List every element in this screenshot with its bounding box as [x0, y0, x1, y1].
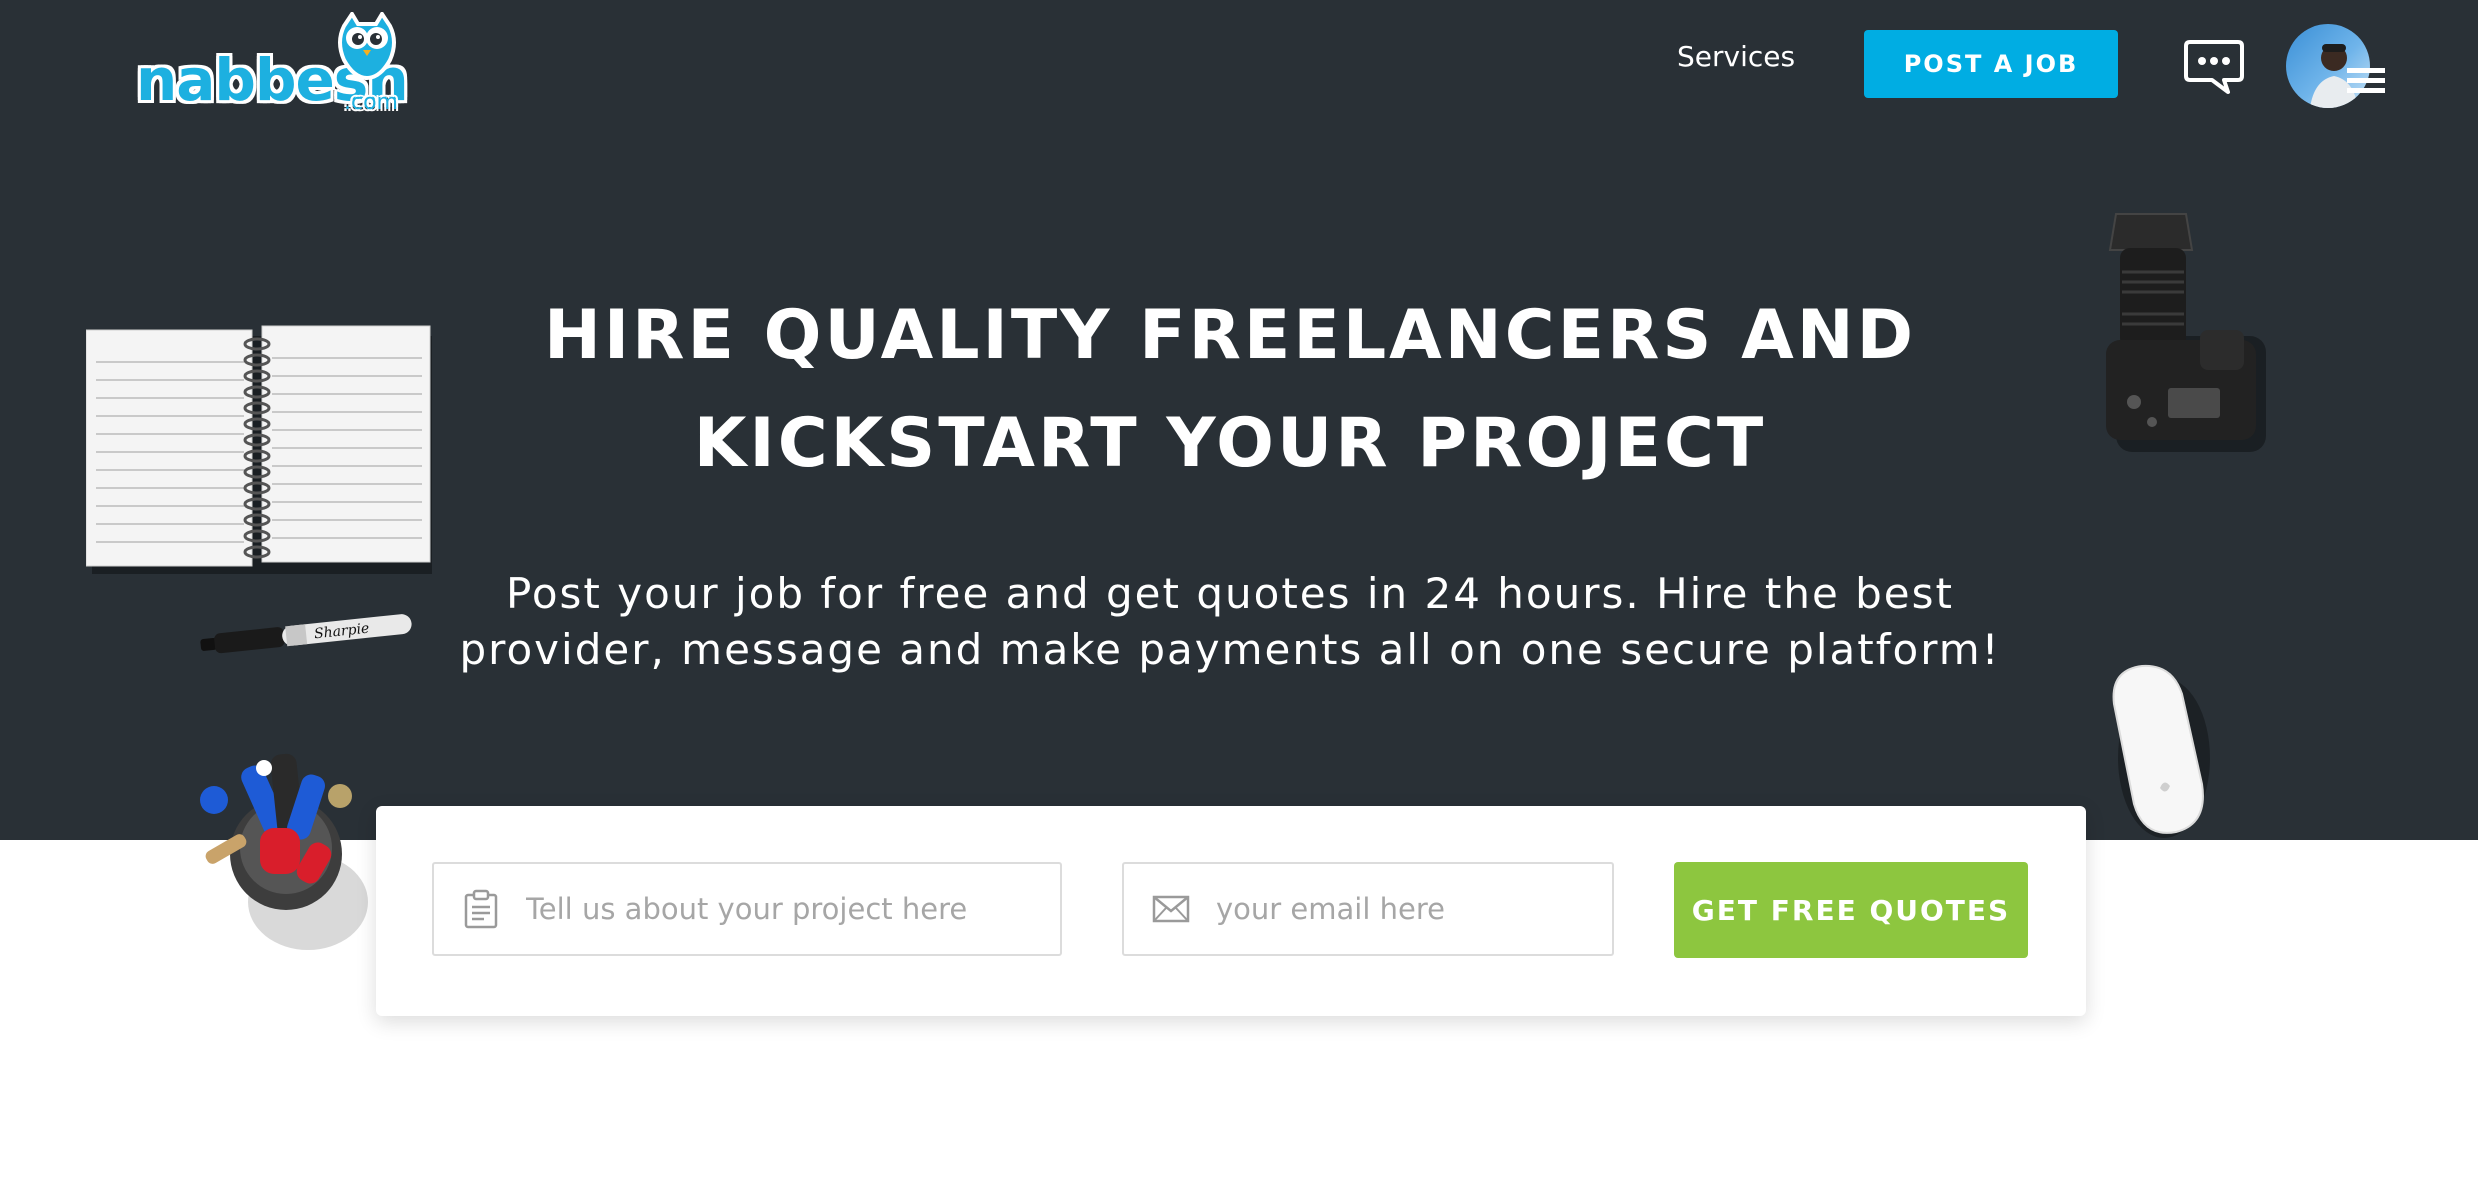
quote-request-card: GET FREE QUOTES: [376, 806, 2086, 1016]
hero-subheading: Post your job for free and get quotes in…: [400, 566, 2060, 678]
envelope-icon: [1148, 895, 1194, 923]
hero-headline: HIRE QUALITY FREELANCERS AND KICKSTART Y…: [340, 282, 2120, 498]
chat-bubble-icon[interactable]: [2184, 38, 2244, 96]
email-field[interactable]: [1122, 862, 1614, 956]
logo-suffix: .com: [344, 90, 398, 115]
subheading-line-1: Post your job for free and get quotes in…: [506, 569, 1954, 618]
post-a-job-button[interactable]: POST A JOB: [1864, 30, 2118, 98]
camera-image: [2106, 213, 2266, 452]
get-free-quotes-button[interactable]: GET FREE QUOTES: [1674, 862, 2028, 958]
project-input[interactable]: [524, 891, 1060, 927]
notebook-image: [86, 325, 432, 574]
subheading-line-2: provider, message and make payments all …: [459, 625, 2001, 674]
pen-cup-image: [200, 753, 368, 950]
computer-mouse-image: [2112, 664, 2210, 838]
project-field[interactable]: [432, 862, 1062, 956]
owl-mascot-icon: [338, 12, 396, 81]
clipboard-icon: [458, 889, 504, 929]
hamburger-menu-icon[interactable]: [2347, 66, 2385, 96]
marker-pen-image: Sharpie: [200, 614, 412, 654]
nav-services-link[interactable]: Services: [1677, 40, 1795, 73]
email-input[interactable]: [1214, 891, 1612, 927]
nabbesh-logo[interactable]: nabbesh .com: [132, 12, 409, 115]
headline-line-1: HIRE QUALITY FREELANCERS AND: [543, 296, 1917, 375]
headline-line-2: KICKSTART YOUR PROJECT: [693, 404, 1767, 483]
